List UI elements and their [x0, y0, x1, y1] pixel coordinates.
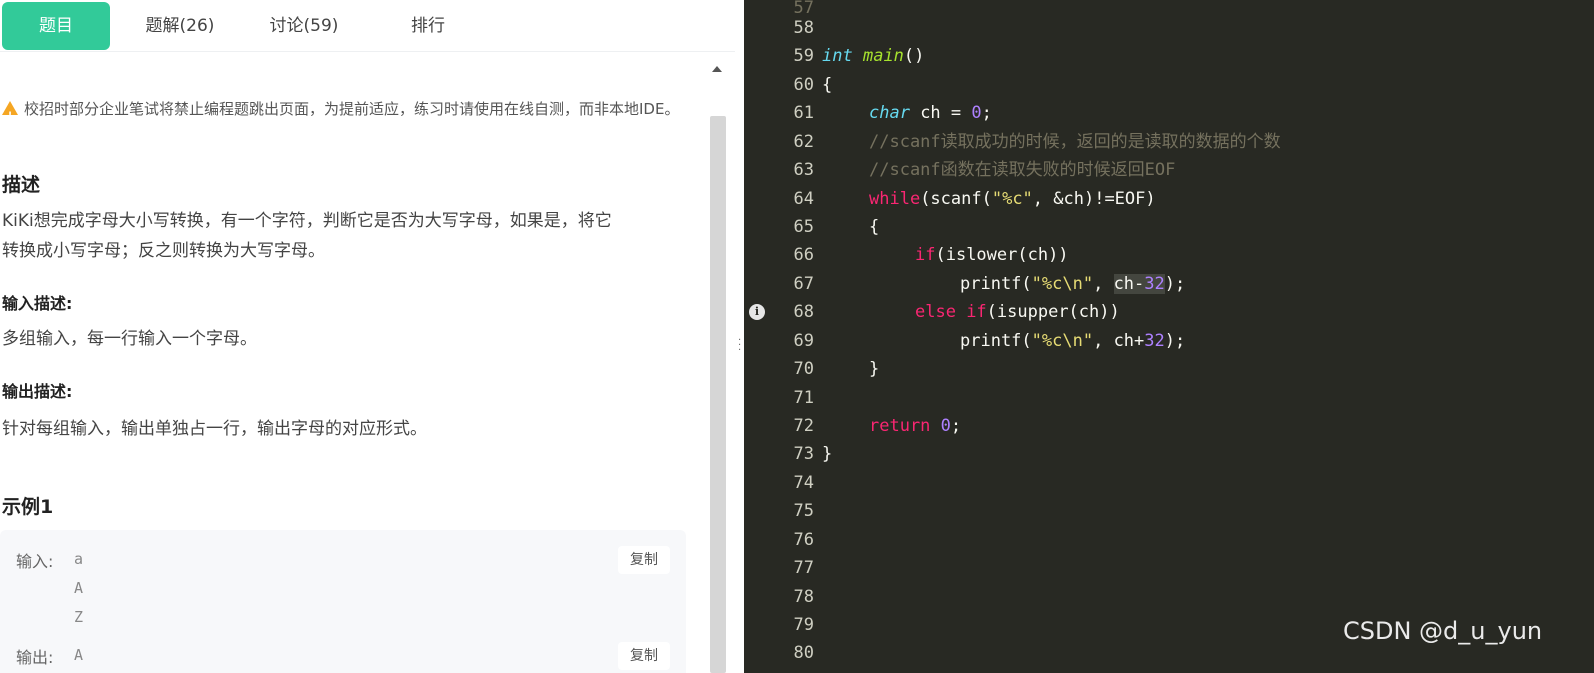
tab-problem[interactable]: 题目	[2, 2, 110, 50]
code-line: 77	[744, 554, 1594, 582]
code-text: int main()	[822, 46, 925, 66]
line-number: 74	[793, 473, 814, 493]
line-number: 61	[793, 103, 814, 123]
line-number: 58	[793, 18, 814, 38]
code-text: else if(isupper(ch))	[915, 302, 1120, 322]
panel-resize-handle[interactable]: · · ·	[735, 0, 744, 673]
line-number: 67	[793, 274, 814, 294]
example-box: 输入: a A Z 复制 输出: A 复制	[0, 530, 686, 673]
code-text: while(scanf("%c", &ch)!=EOF)	[869, 189, 1156, 209]
scroll-up-arrow-icon[interactable]	[712, 66, 722, 72]
description-line-1: KiKi想完成字母大小写转换，有一个字符，判断它是否为大写字母，如果是，将它	[2, 211, 612, 231]
code-line: 65 {	[744, 213, 1594, 241]
code-line: 63 //scanf函数在读取失败的时候返回EOF	[744, 156, 1594, 184]
example-input-values: a A Z	[74, 545, 83, 632]
code-line: 67 printf("%c\n", ch-32);	[744, 270, 1594, 298]
code-editor[interactable]: 57 58 59 int main() 60{ 61 char ch = 0; 62…	[744, 0, 1594, 673]
output-description-text: 针对每组输入，输出单独占一行，输出字母的对应形式。	[2, 419, 427, 439]
code-line: 78	[744, 583, 1594, 611]
code-line: 62 //scanf读取成功的时候，返回的是读取的数据的个数	[744, 128, 1594, 156]
example-output-label: 输出:	[16, 648, 54, 667]
code-text: }	[822, 444, 833, 464]
description-line-2: 转换成小写字母；反之则转换为大写字母。	[2, 241, 325, 261]
input-description-text: 多组输入，每一行输入一个字母。	[2, 329, 257, 349]
line-number: 79	[793, 615, 814, 635]
example-input-value: Z	[74, 608, 84, 626]
notice: 校招时部分企业笔试将禁止编程题跳出页面，为提前适应，练习时请使用在线自测，而非本…	[2, 96, 692, 129]
code-text: }	[869, 359, 880, 379]
tab-ranking[interactable]: 排行	[374, 2, 482, 50]
scroll-thumb[interactable]	[710, 116, 726, 673]
warning-icon	[2, 101, 18, 129]
code-line: i 68 else if(isupper(ch))	[744, 298, 1594, 326]
example-title: 示例1	[2, 496, 54, 518]
line-number: 76	[793, 530, 814, 550]
line-number: 73	[793, 444, 814, 464]
code-text: if(islower(ch))	[915, 245, 1069, 265]
code-line: 76	[744, 526, 1594, 554]
example-input-value: A	[74, 579, 84, 597]
drag-handle-icon: · · ·	[738, 335, 742, 356]
line-number: 72	[793, 416, 814, 436]
problem-content: 校招时部分企业笔试将禁止编程题跳出页面，为提前适应，练习时请使用在线自测，而非本…	[0, 60, 705, 673]
code-line: 64 while(scanf("%c", &ch)!=EOF)	[744, 185, 1594, 213]
problem-panel: 题目 题解(26) 讨论(59) 排行 校招时部分企业笔试将禁止编程题跳出页面，…	[0, 0, 735, 673]
code-line: 71	[744, 384, 1594, 412]
code-line: 66 if(islower(ch))	[744, 241, 1594, 269]
line-number: 62	[793, 132, 814, 152]
code-line: 60 {	[744, 71, 1594, 99]
line-number: 66	[793, 245, 814, 265]
code-line: 72 return 0;	[744, 412, 1594, 440]
input-description-title: 输入描述:	[2, 294, 73, 313]
line-number: 78	[793, 587, 814, 607]
code-line: 59 int main()	[744, 42, 1594, 70]
example-output-values: A	[74, 641, 83, 670]
code-text: printf("%c\n", ch-32);	[960, 274, 1186, 294]
line-number: 68	[793, 302, 814, 322]
code-line: 58	[744, 14, 1594, 42]
line-number: 80	[793, 643, 814, 663]
copy-output-button[interactable]: 复制	[618, 642, 670, 670]
line-number: 59	[793, 46, 814, 66]
code-text: {	[822, 75, 833, 95]
line-number: 71	[793, 388, 814, 408]
line-number: 64	[793, 189, 814, 209]
code-line: 75	[744, 497, 1594, 525]
code-line: 61 char ch = 0;	[744, 99, 1594, 127]
line-number: 63	[793, 160, 814, 180]
code-text: char ch = 0;	[869, 103, 992, 123]
copy-input-button[interactable]: 复制	[618, 546, 670, 574]
line-number: 77	[793, 558, 814, 578]
description-title: 描述	[2, 174, 41, 196]
code-comment: //scanf函数在读取失败的时候返回EOF	[869, 160, 1176, 180]
code-line: 74	[744, 469, 1594, 497]
code-text: printf("%c\n", ch+32);	[960, 331, 1186, 351]
line-number: 60	[793, 75, 814, 95]
problem-scrollbar[interactable]	[708, 60, 728, 673]
tab-discussion[interactable]: 讨论(59)	[250, 2, 358, 50]
code-comment: //scanf读取成功的时候，返回的是读取的数据的个数	[869, 132, 1281, 152]
code-line: 70}	[744, 355, 1594, 383]
tab-solutions[interactable]: 题解(26)	[126, 2, 234, 50]
line-number: 75	[793, 501, 814, 521]
code-line: 73}	[744, 440, 1594, 468]
code-text: return 0;	[869, 416, 962, 436]
code-line: 69 printf("%c\n", ch+32);	[744, 327, 1594, 355]
line-number: 65	[793, 217, 814, 237]
tab-bar: 题目 题解(26) 讨论(59) 排行	[0, 0, 735, 52]
example-output-value: A	[74, 646, 84, 664]
output-description-title: 输出描述:	[2, 382, 73, 401]
example-input-value: a	[74, 550, 84, 568]
code-text: {	[869, 217, 880, 237]
example-input-label: 输入:	[16, 552, 54, 571]
watermark: CSDN @d_u_yun	[1343, 617, 1543, 645]
notice-text: 校招时部分企业笔试将禁止编程题跳出页面，为提前适应，练习时请使用在线自测，而非本…	[24, 100, 680, 118]
line-number: 69	[793, 331, 814, 351]
line-number: 70	[793, 359, 814, 379]
